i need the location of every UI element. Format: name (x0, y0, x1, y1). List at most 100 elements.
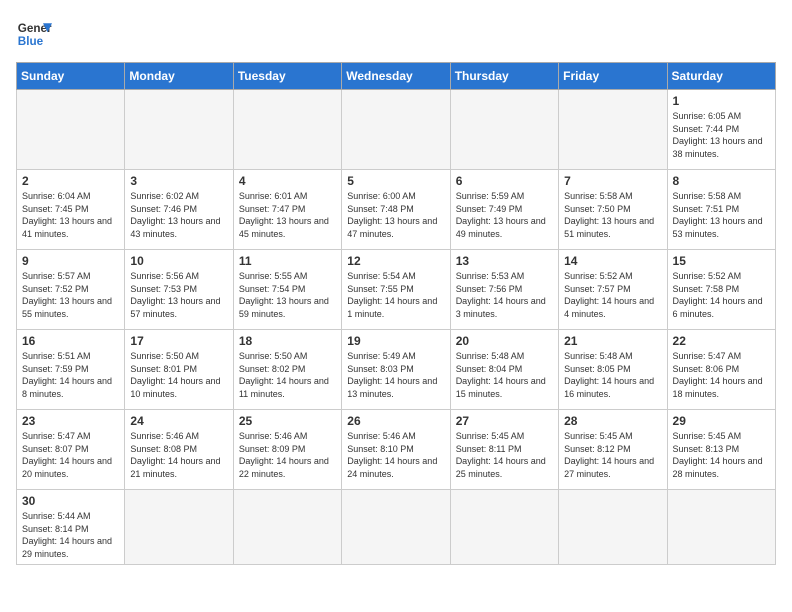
calendar-cell (233, 490, 341, 565)
day-info: Sunrise: 5:44 AMSunset: 8:14 PMDaylight:… (22, 510, 119, 560)
day-info: Sunrise: 5:50 AMSunset: 8:02 PMDaylight:… (239, 350, 336, 400)
day-number: 3 (130, 174, 227, 188)
day-info: Sunrise: 5:58 AMSunset: 7:51 PMDaylight:… (673, 190, 770, 240)
calendar-cell: 29Sunrise: 5:45 AMSunset: 8:13 PMDayligh… (667, 410, 775, 490)
day-info: Sunrise: 5:54 AMSunset: 7:55 PMDaylight:… (347, 270, 444, 320)
day-info: Sunrise: 5:53 AMSunset: 7:56 PMDaylight:… (456, 270, 553, 320)
calendar-cell: 12Sunrise: 5:54 AMSunset: 7:55 PMDayligh… (342, 250, 450, 330)
calendar-cell: 9 Sunrise: 5:57 AMSunset: 7:52 PMDaylight… (17, 250, 125, 330)
calendar-cell: 14 Sunrise: 5:52 AMSunset: 7:57 PMDayligh… (559, 250, 667, 330)
svg-text:Blue: Blue (18, 35, 44, 48)
day-number: 27 (456, 414, 553, 428)
day-number: 8 (673, 174, 770, 188)
calendar-cell: 13 Sunrise: 5:53 AMSunset: 7:56 PMDayligh… (450, 250, 558, 330)
day-number: 17 (130, 334, 227, 348)
day-info: Sunrise: 5:52 AMSunset: 7:57 PMDaylight:… (564, 270, 661, 320)
calendar-cell (233, 90, 341, 170)
day-number: 1 (673, 94, 770, 108)
day-info: Sunrise: 5:46 AMSunset: 8:08 PMDaylight:… (130, 430, 227, 480)
day-info: Sunrise: 5:45 AMSunset: 8:12 PMDaylight:… (564, 430, 661, 480)
weekday-header-thursday: Thursday (450, 63, 558, 90)
calendar-cell: 25 Sunrise: 5:46 AMSunset: 8:09 PMDayligh… (233, 410, 341, 490)
day-number: 20 (456, 334, 553, 348)
day-info: Sunrise: 6:04 AMSunset: 7:45 PMDaylight:… (22, 190, 119, 240)
day-number: 16 (22, 334, 119, 348)
calendar-cell: 23 Sunrise: 5:47 AMSunset: 8:07 PMDayligh… (17, 410, 125, 490)
calendar-cell: 8 Sunrise: 5:58 AMSunset: 7:51 PMDaylight… (667, 170, 775, 250)
calendar-cell: 21Sunrise: 5:48 AMSunset: 8:05 PMDayligh… (559, 330, 667, 410)
day-number: 30 (22, 494, 119, 508)
day-info: Sunrise: 5:49 AMSunset: 8:03 PMDaylight:… (347, 350, 444, 400)
calendar-cell: 5Sunrise: 6:00 AMSunset: 7:48 PMDaylight… (342, 170, 450, 250)
calendar-cell: 30 Sunrise: 5:44 AMSunset: 8:14 PMDayligh… (17, 490, 125, 565)
day-info: Sunrise: 5:58 AMSunset: 7:50 PMDaylight:… (564, 190, 661, 240)
calendar-cell (342, 490, 450, 565)
calendar-cell: 19 Sunrise: 5:49 AMSunset: 8:03 PMDayligh… (342, 330, 450, 410)
calendar-row-2: 2Sunrise: 6:04 AMSunset: 7:45 PMDaylight… (17, 170, 776, 250)
day-info: Sunrise: 5:47 AMSunset: 8:07 PMDaylight:… (22, 430, 119, 480)
day-info: Sunrise: 5:47 AMSunset: 8:06 PMDaylight:… (673, 350, 770, 400)
day-number: 7 (564, 174, 661, 188)
day-info: Sunrise: 6:02 AMSunset: 7:46 PMDaylight:… (130, 190, 227, 240)
day-number: 15 (673, 254, 770, 268)
calendar-cell: 7 Sunrise: 5:58 AMSunset: 7:50 PMDaylight… (559, 170, 667, 250)
calendar-row-3: 9 Sunrise: 5:57 AMSunset: 7:52 PMDaylight… (17, 250, 776, 330)
day-info: Sunrise: 5:55 AMSunset: 7:54 PMDaylight:… (239, 270, 336, 320)
day-info: Sunrise: 5:59 AMSunset: 7:49 PMDaylight:… (456, 190, 553, 240)
calendar-cell: 11 Sunrise: 5:55 AMSunset: 7:54 PMDayligh… (233, 250, 341, 330)
day-number: 22 (673, 334, 770, 348)
calendar-cell (450, 90, 558, 170)
day-number: 9 (22, 254, 119, 268)
calendar-cell (559, 490, 667, 565)
calendar-cell (559, 90, 667, 170)
day-info: Sunrise: 5:46 AMSunset: 8:09 PMDaylight:… (239, 430, 336, 480)
day-info: Sunrise: 5:48 AMSunset: 8:05 PMDaylight:… (564, 350, 661, 400)
day-number: 19 (347, 334, 444, 348)
day-number: 29 (673, 414, 770, 428)
weekday-header-row: SundayMondayTuesdayWednesdayThursdayFrid… (17, 63, 776, 90)
calendar-cell (125, 490, 233, 565)
calendar-row-4: 16Sunrise: 5:51 AMSunset: 7:59 PMDayligh… (17, 330, 776, 410)
day-number: 28 (564, 414, 661, 428)
calendar-cell (342, 90, 450, 170)
day-info: Sunrise: 6:01 AMSunset: 7:47 PMDaylight:… (239, 190, 336, 240)
calendar-cell: 24 Sunrise: 5:46 AMSunset: 8:08 PMDayligh… (125, 410, 233, 490)
calendar-cell: 6 Sunrise: 5:59 AMSunset: 7:49 PMDaylight… (450, 170, 558, 250)
calendar-cell: 18 Sunrise: 5:50 AMSunset: 8:02 PMDayligh… (233, 330, 341, 410)
calendar-cell: 22 Sunrise: 5:47 AMSunset: 8:06 PMDayligh… (667, 330, 775, 410)
weekday-header-monday: Monday (125, 63, 233, 90)
calendar-row-5: 23 Sunrise: 5:47 AMSunset: 8:07 PMDayligh… (17, 410, 776, 490)
day-number: 13 (456, 254, 553, 268)
day-number: 4 (239, 174, 336, 188)
weekday-header-wednesday: Wednesday (342, 63, 450, 90)
day-info: Sunrise: 5:46 AMSunset: 8:10 PMDaylight:… (347, 430, 444, 480)
calendar-cell (450, 490, 558, 565)
calendar: SundayMondayTuesdayWednesdayThursdayFrid… (16, 62, 776, 565)
calendar-cell: 20Sunrise: 5:48 AMSunset: 8:04 PMDayligh… (450, 330, 558, 410)
calendar-row-1: 1 Sunrise: 6:05 AMSunset: 7:44 PMDaylight… (17, 90, 776, 170)
day-number: 6 (456, 174, 553, 188)
calendar-cell (125, 90, 233, 170)
calendar-cell: 17Sunrise: 5:50 AMSunset: 8:01 PMDayligh… (125, 330, 233, 410)
calendar-cell: 10Sunrise: 5:56 AMSunset: 7:53 PMDayligh… (125, 250, 233, 330)
day-number: 5 (347, 174, 444, 188)
calendar-cell: 28 Sunrise: 5:45 AMSunset: 8:12 PMDayligh… (559, 410, 667, 490)
weekday-header-saturday: Saturday (667, 63, 775, 90)
day-info: Sunrise: 5:56 AMSunset: 7:53 PMDaylight:… (130, 270, 227, 320)
day-info: Sunrise: 5:45 AMSunset: 8:11 PMDaylight:… (456, 430, 553, 480)
day-number: 11 (239, 254, 336, 268)
day-number: 25 (239, 414, 336, 428)
day-number: 24 (130, 414, 227, 428)
day-number: 18 (239, 334, 336, 348)
day-info: Sunrise: 5:57 AMSunset: 7:52 PMDaylight:… (22, 270, 119, 320)
weekday-header-friday: Friday (559, 63, 667, 90)
calendar-cell: 2Sunrise: 6:04 AMSunset: 7:45 PMDaylight… (17, 170, 125, 250)
calendar-cell: 3 Sunrise: 6:02 AMSunset: 7:46 PMDaylight… (125, 170, 233, 250)
day-number: 14 (564, 254, 661, 268)
day-number: 23 (22, 414, 119, 428)
calendar-cell: 27 Sunrise: 5:45 AMSunset: 8:11 PMDayligh… (450, 410, 558, 490)
calendar-cell: 16Sunrise: 5:51 AMSunset: 7:59 PMDayligh… (17, 330, 125, 410)
day-info: Sunrise: 5:52 AMSunset: 7:58 PMDaylight:… (673, 270, 770, 320)
day-info: Sunrise: 6:05 AMSunset: 7:44 PMDaylight:… (673, 110, 770, 160)
weekday-header-tuesday: Tuesday (233, 63, 341, 90)
